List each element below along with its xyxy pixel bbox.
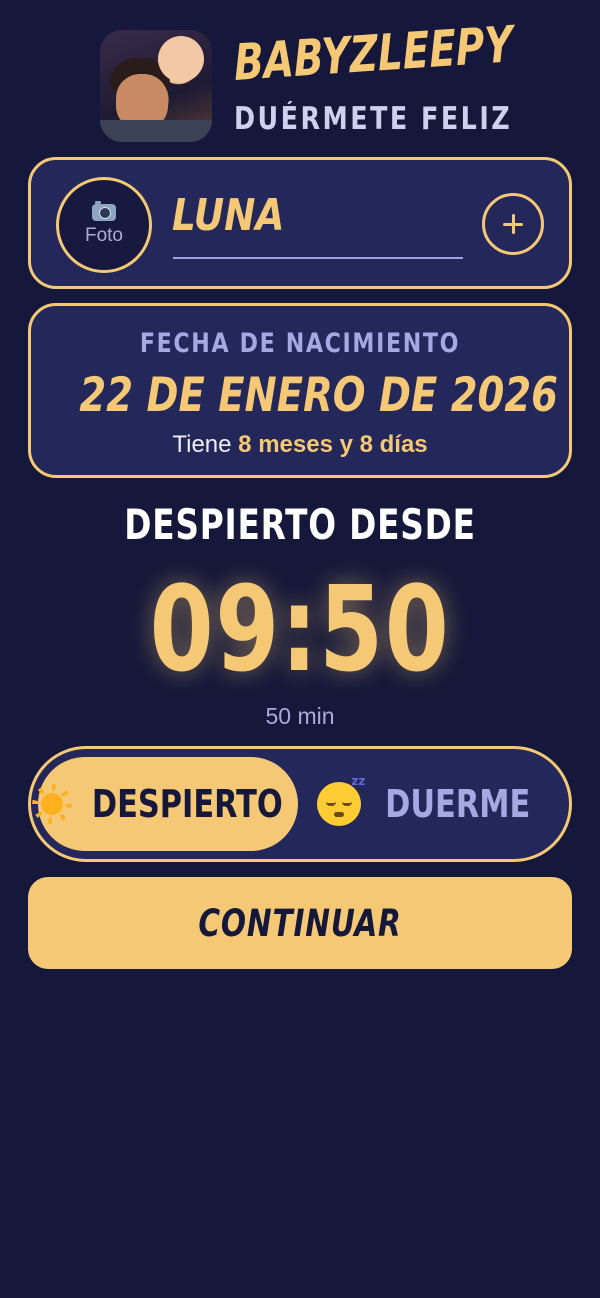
logo-baby-head (158, 36, 204, 82)
app-name: BABYZLEEPY (232, 14, 514, 92)
app-logo (100, 30, 212, 142)
photo-button[interactable]: Foto (56, 177, 152, 273)
continue-label: CONTINUAR (198, 901, 402, 945)
sleep-label: DUERME (385, 782, 531, 826)
app-screen: BABYZLEEPY DUÉRMETE FELIZ Foto LUNA FECH… (0, 0, 600, 1298)
continue-button[interactable]: CONTINUAR (28, 877, 572, 969)
baby-profile-card: Foto LUNA (28, 157, 572, 289)
elapsed-time: 50 min (265, 703, 335, 729)
age-prefix: Tiene (172, 431, 232, 458)
sleeping-face-icon: zz (317, 774, 365, 826)
header-titles: BABYZLEEPY DUÉRMETE FELIZ (233, 15, 592, 137)
logo-parent-shirt (100, 120, 212, 142)
app-header: BABYZLEEPY DUÉRMETE FELIZ (100, 15, 592, 142)
awake-label: DESPIERTO (91, 782, 283, 826)
toggle-option-awake[interactable]: DESPIERTO (38, 757, 298, 851)
sun-icon (30, 782, 74, 826)
birth-date-value: 22 DE ENERO DE 2026 (79, 368, 558, 423)
name-field-underline (173, 257, 463, 259)
app-tagline: DUÉRMETE FELIZ (234, 100, 513, 137)
add-baby-button[interactable] (482, 193, 544, 255)
awake-since-time[interactable]: 09:50 (66, 570, 534, 688)
camera-icon (92, 200, 116, 221)
awake-since-label: DESPIERTO DESDE (124, 500, 476, 549)
birth-date-card[interactable]: FECHA DE NACIMIENTO 22 DE ENERO DE 2026 … (28, 303, 572, 478)
baby-name-field[interactable]: LUNA (172, 194, 419, 238)
sleep-state-toggle: DESPIERTO zz DUERME (28, 746, 572, 862)
age-value: 8 meses y 8 días (238, 431, 428, 458)
age-line: Tiene 8 meses y 8 días (31, 431, 569, 459)
birth-date-label: FECHA DE NACIMIENTO (139, 328, 461, 359)
toggle-option-sleep[interactable]: zz DUERME (301, 757, 565, 851)
photo-label: Foto (84, 224, 124, 246)
